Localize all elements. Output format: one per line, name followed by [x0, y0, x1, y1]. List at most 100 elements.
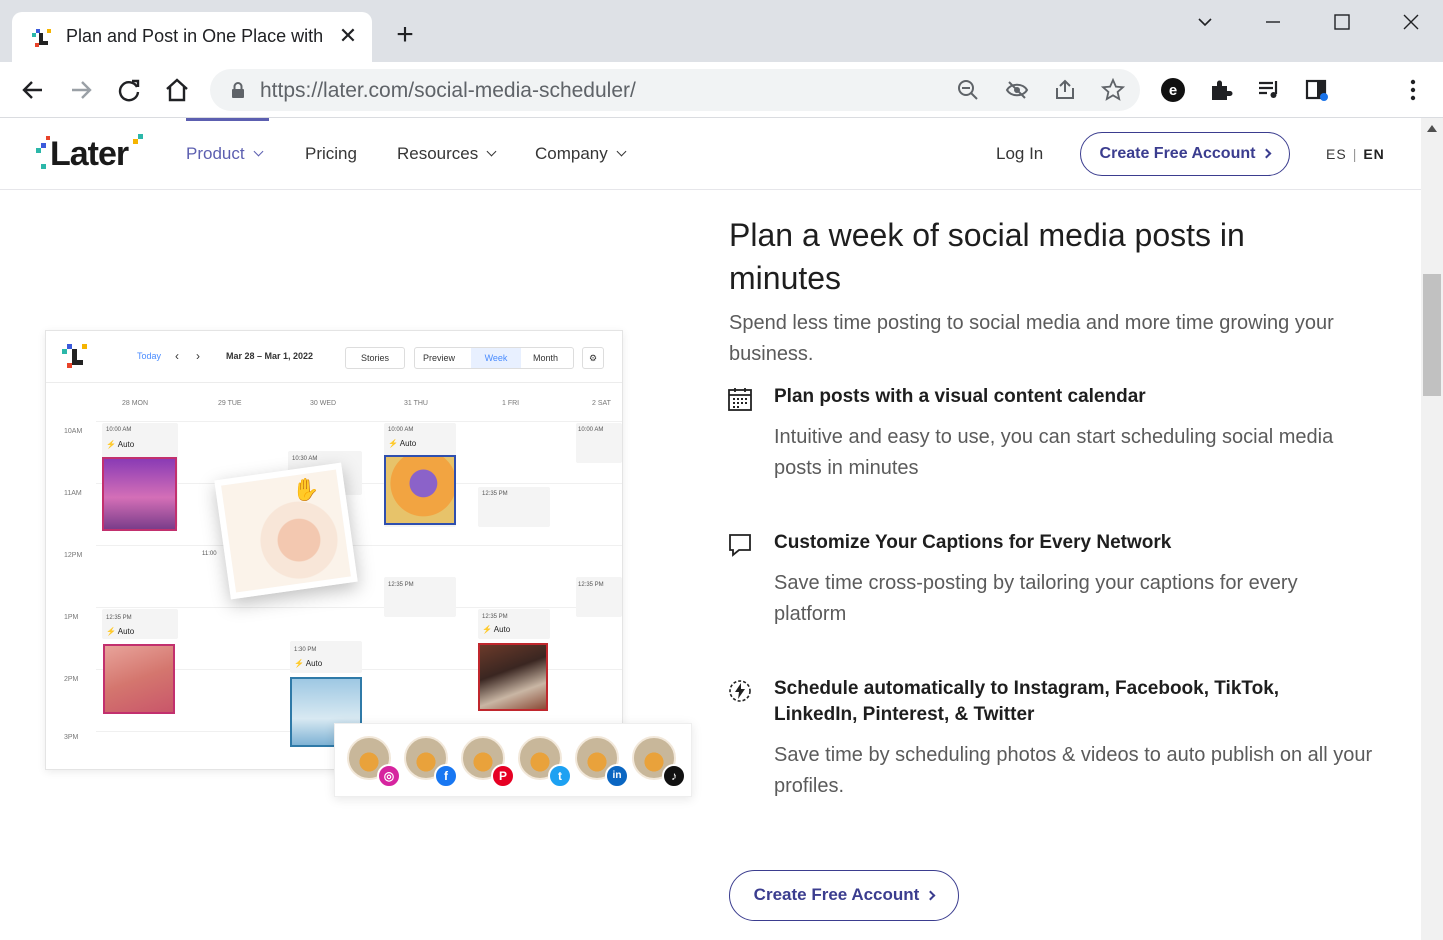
scroll-up-arrow-icon[interactable]: [1427, 125, 1437, 132]
cal-time: 1PM: [64, 614, 79, 621]
create-account-button[interactable]: Create Free Account: [729, 870, 959, 921]
post-thumbnail: [384, 455, 456, 525]
chevron-right-icon: [925, 890, 936, 901]
reload-icon[interactable]: [113, 74, 145, 106]
share-icon[interactable]: [1053, 78, 1077, 102]
slot-time: 10:00 AM: [106, 427, 132, 433]
facebook-icon: f: [434, 764, 458, 788]
auto-badge: ⚡ Auto: [106, 627, 135, 636]
back-arrow-icon[interactable]: [17, 74, 49, 106]
pinterest-icon: P: [491, 764, 515, 788]
feature-title: Plan posts with a visual content calenda…: [774, 386, 1146, 407]
language-switcher: ES | EN: [1326, 146, 1385, 162]
nav-company[interactable]: Company: [535, 144, 627, 164]
cal-time: 3PM: [64, 734, 79, 741]
speech-bubble-icon: [729, 534, 751, 557]
cal-settings-icon: ⚙: [582, 347, 604, 369]
create-account-nav-button[interactable]: Create Free Account: [1080, 132, 1290, 176]
auto-badge: ⚡ Auto: [388, 439, 417, 448]
tab-title: Plan and Post in One Place with L: [66, 26, 328, 46]
slot-time: 10:30 AM: [292, 456, 318, 462]
feature-description: Intuitive and easy to use, you can start…: [774, 426, 1334, 479]
bookmark-star-icon[interactable]: [1101, 78, 1125, 102]
section-headline: Plan a week of social media posts in min…: [729, 217, 1245, 296]
auto-badge: ⚡ Auto: [482, 625, 511, 634]
later-favicon-icon: [32, 29, 51, 47]
lang-en[interactable]: EN: [1363, 146, 1384, 162]
cal-day: 30 WED: [310, 400, 337, 407]
profile-avatar: f: [404, 736, 458, 788]
lang-es[interactable]: ES: [1326, 146, 1347, 162]
extension-e-icon[interactable]: e: [1160, 77, 1186, 103]
cal-stories: Stories: [345, 347, 405, 369]
auto-badge: ⚡ Auto: [106, 440, 135, 449]
later-logo[interactable]: Later: [36, 134, 146, 174]
slot-time: 1:30 PM: [294, 647, 317, 653]
browser-tab[interactable]: Plan and Post in One Place with L ✕: [12, 12, 372, 62]
post-slot: [290, 641, 362, 673]
cal-day: 28 MON: [122, 400, 149, 407]
forward-arrow-icon[interactable]: [65, 74, 97, 106]
profile-avatar: P: [461, 736, 515, 788]
twitter-icon: t: [548, 764, 572, 788]
social-network-bar: ◎ f P t in ♪: [334, 723, 692, 797]
new-tab-button[interactable]: +: [392, 20, 418, 50]
logo-text: Later: [50, 135, 129, 173]
nav-product[interactable]: Product: [186, 144, 264, 164]
tiktok-icon: ♪: [662, 764, 686, 788]
chevron-right-icon: [1262, 148, 1272, 159]
active-nav-underline: [186, 118, 269, 121]
later-mark-icon: [62, 344, 87, 368]
browser-toolbar: https://later.com/social-media-scheduler…: [0, 62, 1443, 118]
zoom-icon[interactable]: [956, 78, 980, 102]
feature-description: Save time cross-posting by tailoring you…: [774, 572, 1298, 625]
auto-badge: ⚡ Auto: [294, 659, 323, 668]
svg-text:e: e: [1169, 82, 1177, 99]
side-panel-icon[interactable]: [1304, 77, 1330, 103]
cal-next-icon: ›: [196, 349, 200, 363]
login-link[interactable]: Log In: [996, 144, 1043, 164]
media-control-icon[interactable]: [1256, 77, 1282, 103]
profile-avatar: ♪: [632, 736, 686, 788]
linkedin-icon: in: [605, 764, 629, 788]
url-text: https://later.com/social-media-scheduler…: [260, 79, 636, 102]
cal-time: 10AM: [64, 428, 83, 435]
cal-view-switch: Preview Week Month: [414, 347, 574, 369]
close-window-icon[interactable]: [1396, 8, 1426, 36]
feature-title: Schedule automatically to Instagram, Fac…: [774, 678, 1280, 725]
maximize-icon[interactable]: [1327, 8, 1357, 36]
slot-time: 12:35 PM: [106, 615, 132, 621]
scroll-thumb[interactable]: [1423, 274, 1441, 396]
extensions-puzzle-icon[interactable]: [1208, 77, 1234, 103]
cal-day: 2 SAT: [592, 400, 611, 407]
hand-cursor-icon: ✋: [292, 477, 320, 502]
chevron-down-icon: [253, 146, 264, 157]
cal-time: 12PM: [64, 552, 83, 559]
instagram-icon: ◎: [377, 764, 401, 788]
slot-time: 12:35 PM: [482, 614, 508, 620]
slot-time: 12:35 PM: [388, 582, 414, 588]
profile-avatar: ◎: [347, 736, 401, 788]
post-thumbnail: [102, 457, 177, 531]
chevron-down-icon: [486, 146, 497, 157]
menu-kebab-icon[interactable]: [1400, 77, 1426, 103]
minimize-icon[interactable]: [1258, 8, 1288, 36]
tab-search-icon[interactable]: [1190, 8, 1220, 36]
cal-gridline: [96, 421, 622, 422]
post-thumbnail: [103, 644, 175, 714]
post-thumbnail: [478, 643, 548, 711]
nav-resources[interactable]: Resources: [397, 144, 497, 164]
page-scrollbar[interactable]: [1421, 118, 1443, 940]
browser-tabstrip: Plan and Post in One Place with L ✕ +: [0, 0, 1443, 62]
slot-time: 11:00: [202, 551, 217, 557]
cal-gridline: [96, 607, 622, 608]
address-bar[interactable]: https://later.com/social-media-scheduler…: [210, 69, 1140, 111]
feature-title: Customize Your Captions for Every Networ…: [774, 532, 1172, 553]
site-header: Later Product Pricing Resources Company …: [0, 118, 1421, 190]
home-icon[interactable]: [161, 74, 193, 106]
tracking-blocked-icon[interactable]: [1005, 78, 1029, 102]
slot-time: 12:35 PM: [482, 491, 508, 497]
nav-pricing[interactable]: Pricing: [305, 144, 357, 164]
cal-prev-icon: ‹: [175, 349, 179, 363]
tab-close-icon[interactable]: ✕: [338, 25, 358, 47]
